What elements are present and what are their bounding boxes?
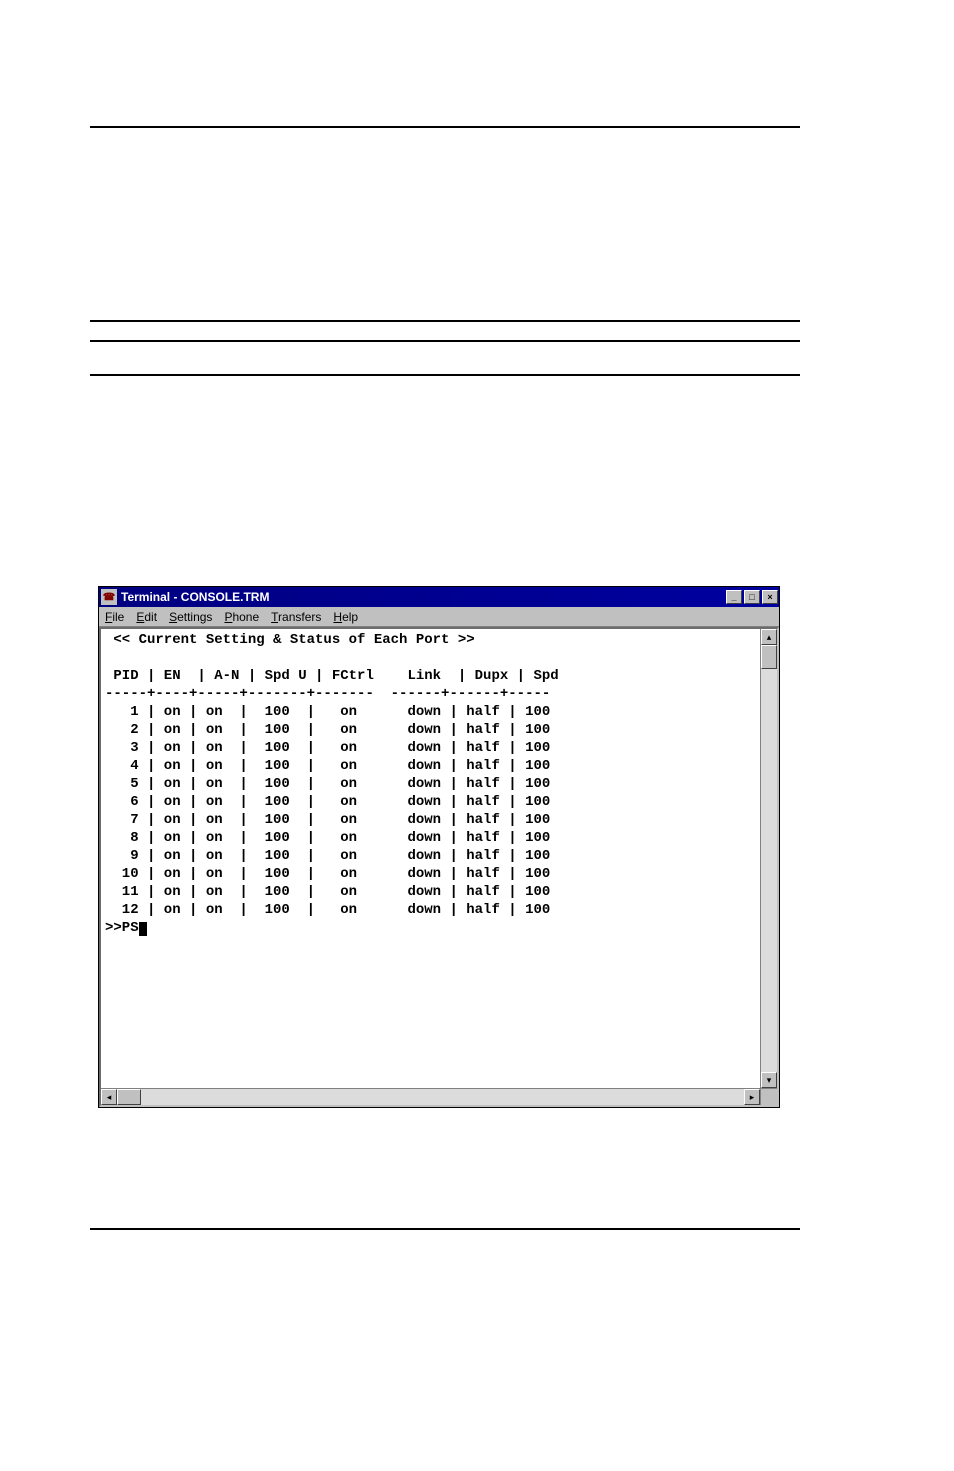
- close-button[interactable]: ×: [762, 590, 778, 604]
- scroll-thumb[interactable]: [761, 645, 777, 669]
- size-grip[interactable]: [760, 1088, 777, 1105]
- menu-label: hone: [232, 610, 259, 624]
- cursor: [139, 922, 147, 936]
- window-title: Terminal - CONSOLE.TRM: [121, 590, 725, 604]
- menu-help[interactable]: Help: [333, 610, 358, 624]
- divider: [90, 340, 800, 342]
- divider: [90, 320, 800, 322]
- divider: [90, 1228, 800, 1230]
- scroll-thumb[interactable]: [117, 1089, 141, 1105]
- menu-label: ettings: [177, 610, 212, 624]
- scroll-down-icon[interactable]: ▾: [761, 1072, 777, 1088]
- terminal-window: ☎ Terminal - CONSOLE.TRM _ □ × File Edit…: [98, 586, 780, 1108]
- minimize-button[interactable]: _: [726, 590, 742, 604]
- menu-label: dit: [144, 610, 157, 624]
- menu-label: elp: [342, 610, 358, 624]
- app-icon: ☎: [101, 589, 117, 605]
- scroll-up-icon[interactable]: ▴: [761, 629, 777, 645]
- vertical-scrollbar[interactable]: ▴ ▾: [760, 629, 777, 1088]
- titlebar[interactable]: ☎ Terminal - CONSOLE.TRM _ □ ×: [99, 587, 779, 607]
- menu-settings[interactable]: Settings: [169, 610, 212, 624]
- content-area: << Current Setting & Status of Each Port…: [99, 627, 779, 1107]
- divider: [90, 126, 800, 128]
- terminal-output[interactable]: << Current Setting & Status of Each Port…: [101, 629, 760, 1088]
- scroll-right-icon[interactable]: ▸: [744, 1089, 760, 1105]
- scroll-left-icon[interactable]: ◂: [101, 1089, 117, 1105]
- menu-label: ile: [112, 610, 124, 624]
- menu-phone[interactable]: Phone: [224, 610, 259, 624]
- menu-file[interactable]: File: [105, 610, 124, 624]
- menubar: File Edit Settings Phone Transfers Help: [99, 607, 779, 627]
- divider: [90, 374, 800, 376]
- menu-transfers[interactable]: Transfers: [271, 610, 321, 624]
- menu-edit[interactable]: Edit: [136, 610, 157, 624]
- maximize-button[interactable]: □: [744, 590, 760, 604]
- horizontal-scrollbar[interactable]: ◂ ▸: [101, 1088, 760, 1105]
- menu-label: ransfers: [278, 610, 321, 624]
